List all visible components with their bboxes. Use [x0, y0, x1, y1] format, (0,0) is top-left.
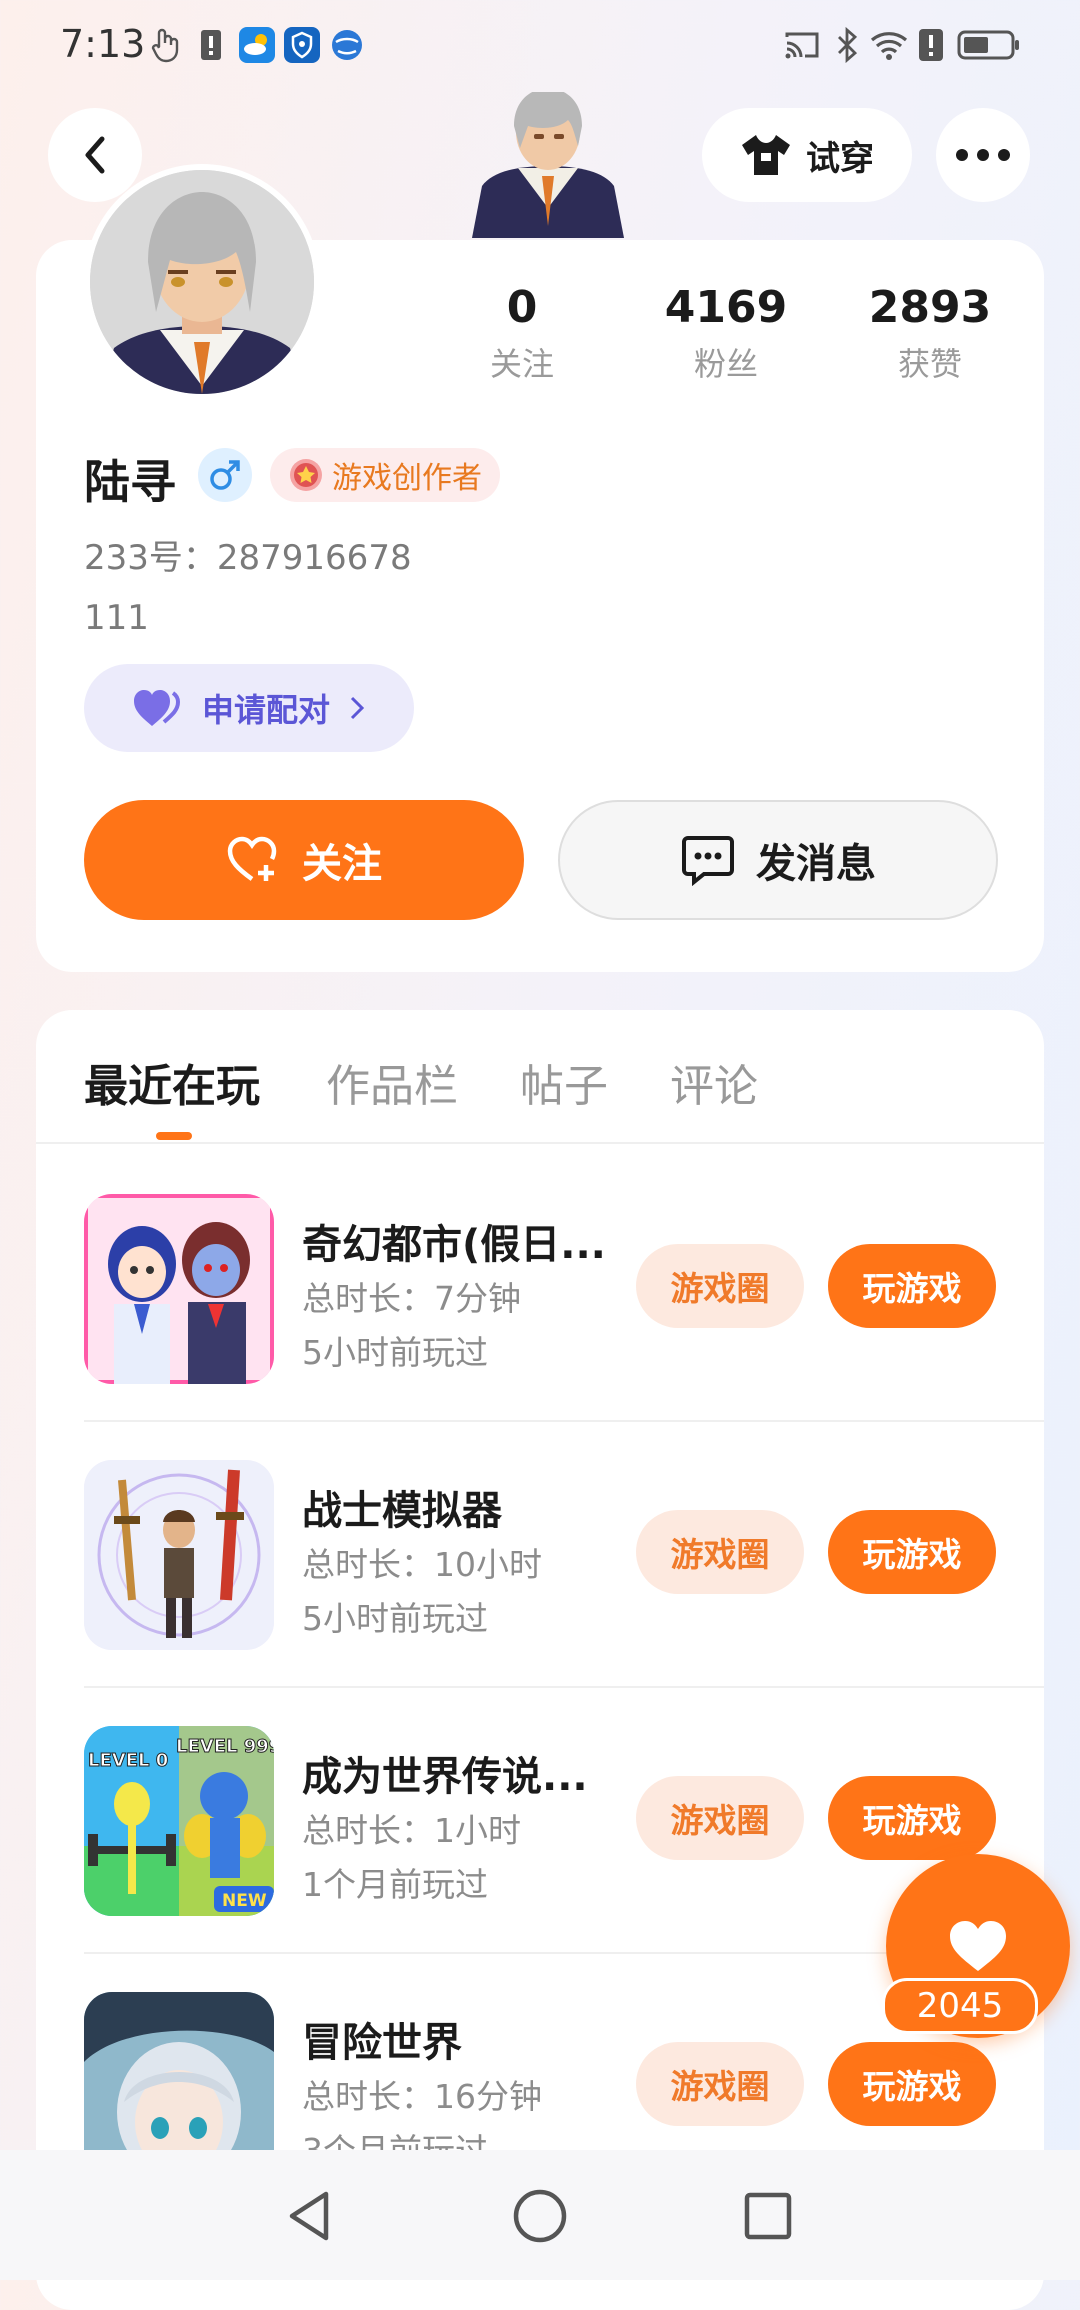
thumb-level0-text: LEVEL 0	[88, 1750, 168, 1771]
game-thumbnail	[84, 1460, 274, 1650]
play-game-button[interactable]: 玩游戏	[828, 1510, 996, 1594]
game-duration: 总时长：16分钟	[302, 2077, 542, 2116]
nav-recents-button[interactable]	[738, 2186, 798, 2246]
list-item[interactable]: 奇幻都市(假日... 总时长：7分钟 5小时前玩过 游戏圈 玩游戏	[84, 1146, 1044, 1412]
game-last-played: 5小时前玩过	[302, 1333, 488, 1372]
chat-bubble-icon	[682, 836, 734, 886]
circle-home-icon	[513, 2189, 567, 2243]
stat-label: 获赞	[897, 345, 962, 383]
star-badge-icon	[290, 459, 322, 491]
match-button[interactable]: 申请配对	[84, 664, 414, 752]
stat-label: 粉丝	[693, 345, 758, 383]
heart-plus-icon	[227, 836, 277, 881]
tab-comments[interactable]: 评论	[670, 1050, 758, 1114]
tab-recent[interactable]: 最近在玩	[84, 1050, 260, 1114]
browser-app-icon	[328, 26, 366, 64]
wifi-icon	[868, 26, 910, 64]
more-button[interactable]	[936, 108, 1030, 202]
like-count: 2045	[882, 1978, 1038, 2034]
hand-icon	[148, 26, 182, 64]
battery-icon	[956, 26, 1022, 64]
game-duration: 总时长：7分钟	[302, 1279, 521, 1318]
game-last-played: 1个月前玩过	[302, 1865, 488, 1904]
stat-value: 0	[506, 282, 538, 333]
stat-value: 4169	[664, 282, 788, 333]
game-last-played: 5小时前玩过	[302, 1599, 488, 1638]
thumb-new-text: NEW	[222, 1891, 267, 1911]
game-thumbnail	[84, 1194, 274, 1384]
stat-followers[interactable]: 4169 粉丝	[646, 282, 806, 385]
game-circle-button[interactable]: 游戏圈	[636, 1510, 804, 1594]
sim-alert-icon	[194, 26, 228, 64]
play-game-button[interactable]: 玩游戏	[828, 1244, 996, 1328]
list-item[interactable]: 战士模拟器 总时长：10小时 5小时前玩过 游戏圈 玩游戏	[84, 1412, 1044, 1678]
status-time: 7:13	[60, 22, 146, 66]
user-bio: 111	[84, 598, 149, 638]
alert-icon	[914, 26, 948, 64]
stat-following[interactable]: 0 关注	[442, 282, 602, 385]
heart-icon	[950, 1921, 1006, 1971]
avatar[interactable]	[84, 164, 320, 400]
game-title: 奇幻都市(假日...	[302, 1222, 606, 1268]
game-thumbnail: LEVEL 0 LEVEL 999 NEW	[84, 1726, 274, 1916]
chevron-left-icon	[85, 136, 105, 174]
stat-value: 2893	[868, 282, 992, 333]
nav-bar	[0, 2150, 1080, 2280]
game-title: 冒险世界	[302, 2020, 462, 2066]
heart-icon	[133, 690, 180, 726]
male-icon	[198, 448, 252, 502]
shield-app-icon	[283, 26, 321, 64]
follow-label: 关注	[302, 841, 382, 887]
back-button[interactable]	[48, 108, 142, 202]
game-circle-button[interactable]: 游戏圈	[636, 1776, 804, 1860]
stat-label: 关注	[489, 345, 554, 383]
user-id: 233号：287916678	[84, 538, 412, 578]
follow-button[interactable]: 关注	[84, 800, 524, 920]
nav-back-button[interactable]	[280, 2186, 340, 2246]
game-title: 成为世界传说...	[302, 1754, 588, 1800]
play-game-button[interactable]: 玩游戏	[828, 1776, 996, 1860]
nav-home-button[interactable]	[510, 2186, 570, 2246]
try-on-label: 试穿	[806, 138, 874, 179]
match-label: 申请配对	[201, 691, 330, 729]
avatar-figure-preview[interactable]	[468, 92, 628, 238]
message-label: 发消息	[756, 841, 876, 887]
try-on-button[interactable]: 试穿	[702, 108, 912, 202]
thumb-level999-text: LEVEL 999	[176, 1736, 274, 1757]
triangle-back-icon	[289, 2191, 329, 2241]
game-circle-button[interactable]: 游戏圈	[636, 2042, 804, 2126]
stat-likes[interactable]: 2893 获赞	[850, 282, 1010, 385]
creator-badge[interactable]: 游戏创作者	[270, 448, 500, 502]
tab-indicator	[156, 1132, 192, 1140]
game-title: 战士模拟器	[302, 1488, 502, 1534]
game-circle-button[interactable]: 游戏圈	[636, 1244, 804, 1328]
weather-app-icon	[238, 26, 276, 64]
cast-icon	[782, 26, 822, 64]
message-button[interactable]: 发消息	[558, 800, 998, 920]
tshirt-icon	[742, 135, 790, 175]
chevron-right-icon	[350, 696, 365, 720]
more-dots-icon	[956, 149, 1010, 161]
user-name: 陆寻	[84, 455, 176, 509]
game-duration: 总时长：1小时	[302, 1811, 521, 1850]
bluetooth-icon	[830, 26, 864, 64]
status-bar: 7:13	[0, 0, 1080, 95]
tab-posts[interactable]: 帖子	[520, 1050, 608, 1114]
play-game-button[interactable]: 玩游戏	[828, 2042, 996, 2126]
game-duration: 总时长：10小时	[302, 1545, 542, 1584]
badge-label: 游戏创作者	[332, 461, 482, 496]
tab-works[interactable]: 作品栏	[326, 1050, 458, 1114]
square-recents-icon	[744, 2192, 792, 2240]
tabs-divider	[36, 1142, 1044, 1144]
